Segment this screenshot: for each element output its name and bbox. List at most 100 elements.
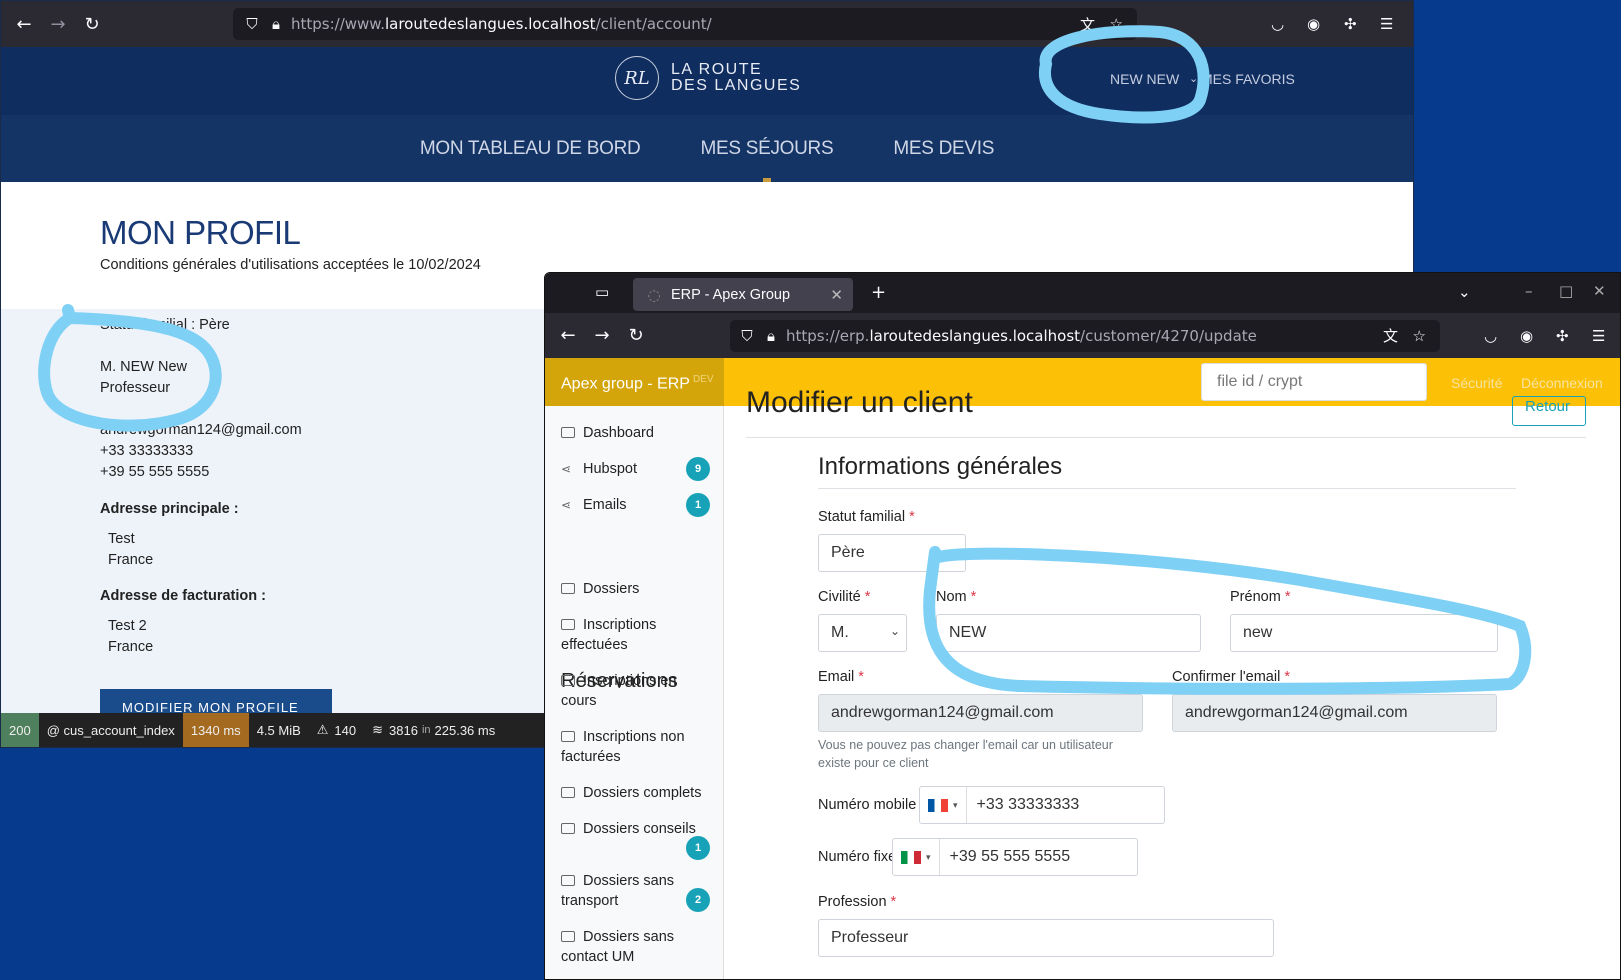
fixe-input[interactable]: ▾ +39 55 555 5555 bbox=[892, 838, 1138, 876]
site-logo[interactable]: RL LA ROUTE DES LANGUES bbox=[615, 56, 801, 100]
shield-icon: ⛉ bbox=[246, 15, 258, 33]
debug-status[interactable]: 200 bbox=[1, 713, 39, 747]
tab-overflow-icon[interactable]: ⌄ bbox=[1458, 283, 1471, 301]
sidebar-item-dossiers-complets[interactable]: Dossiers complets bbox=[561, 783, 701, 803]
maximize-icon[interactable]: □ bbox=[1559, 282, 1573, 300]
folder-icon bbox=[561, 675, 575, 686]
mobile-value: +33 33333333 bbox=[976, 796, 1080, 813]
minimize-icon[interactable]: – bbox=[1525, 282, 1533, 300]
edit-profile-button[interactable]: MODIFIER MON PROFILE bbox=[100, 689, 332, 715]
email-field[interactable]: andrewgorman124@gmail.com bbox=[818, 694, 1143, 732]
back-icon[interactable]: ← bbox=[551, 319, 585, 353]
profession-input[interactable]: Professeur bbox=[818, 919, 1274, 957]
statut-text: Statut familial : Père bbox=[100, 317, 230, 333]
pocket-icon[interactable]: ◡ bbox=[1271, 15, 1284, 33]
extensions-icon[interactable]: ✣ bbox=[1344, 15, 1357, 33]
favorites-link[interactable]: MES FAVORIS bbox=[1201, 71, 1295, 87]
debug-cache[interactable]: ≋ 3816 in 225.36 ms bbox=[364, 713, 503, 747]
debug-cache-count: 3816 bbox=[389, 722, 418, 738]
email-label: Email * bbox=[818, 669, 864, 685]
new-tab-icon[interactable]: + bbox=[871, 282, 886, 303]
nav-sejours[interactable]: MES SÉJOURS bbox=[700, 138, 833, 160]
shield-icon: ⛉ bbox=[741, 326, 753, 345]
translate-icon[interactable]: 文 bbox=[1080, 14, 1095, 35]
url-host: laroutedeslangues.localhost bbox=[384, 15, 596, 33]
mobile-input[interactable]: ▾ +33 33333333 bbox=[919, 786, 1165, 824]
country-selector-it[interactable]: ▾ bbox=[893, 839, 940, 875]
sidebar-item-inscriptions-en-cours[interactable]: Inscriptions en cours bbox=[561, 671, 701, 711]
sidebar-item-label: Inscriptions non facturées bbox=[561, 729, 685, 765]
account-icon[interactable]: ◉ bbox=[1307, 15, 1320, 33]
civilite-label: Civilité * bbox=[818, 589, 871, 605]
sidebar-item-dashboard[interactable]: Dashboard bbox=[561, 423, 654, 443]
bookmark-star-icon[interactable]: ☆ bbox=[1413, 327, 1426, 345]
address-bar-erp[interactable]: ⛉ 🔒︎ https://erp. laroutedeslangues.local… bbox=[730, 319, 1440, 352]
debug-logs[interactable]: ⚠ 140 bbox=[309, 713, 364, 747]
sidebar-item-label: Dossiers bbox=[583, 581, 640, 597]
sidebar-item-dossiers-conseils[interactable]: Dossiers conseils bbox=[561, 819, 696, 839]
sidebar-item-dossiers[interactable]: Dossiers bbox=[561, 579, 639, 599]
reload-icon[interactable]: ↻ bbox=[75, 7, 109, 41]
security-link[interactable]: Sécurité bbox=[1451, 375, 1502, 391]
dossiers-conseils-badge: 1 bbox=[686, 836, 710, 860]
prenom-label: Prénom * bbox=[1230, 589, 1291, 605]
sidebar-item-dossiers-sans-contact[interactable]: Dossiers sans contact UM bbox=[561, 927, 691, 967]
hubspot-badge: 9 bbox=[686, 457, 710, 481]
close-window-icon[interactable]: ✕ bbox=[1593, 282, 1606, 300]
back-icon[interactable]: ← bbox=[7, 7, 41, 41]
forward-icon[interactable]: → bbox=[41, 7, 75, 41]
share-icon: ⋖ bbox=[561, 462, 572, 476]
chevron-down-icon[interactable]: ⌄ bbox=[1189, 72, 1198, 85]
folder-icon bbox=[561, 823, 575, 834]
flag-italy-icon bbox=[901, 850, 921, 864]
menu-icon[interactable]: ☰ bbox=[1380, 15, 1393, 33]
forward-icon[interactable]: → bbox=[585, 319, 619, 353]
phone2-text: +39 55 555 5555 bbox=[100, 464, 210, 480]
debug-route[interactable]: @ cus_account_index bbox=[39, 713, 183, 747]
tab-erp[interactable]: ◌ ERP - Apex Group ✕ bbox=[633, 278, 853, 311]
sidebar-item-emails[interactable]: ⋖ Emails bbox=[561, 495, 627, 515]
erp-brand[interactable]: Apex group - ERP DEV bbox=[545, 358, 724, 406]
country-selector-fr[interactable]: ▾ bbox=[920, 787, 967, 823]
back-button[interactable]: Retour bbox=[1512, 396, 1586, 426]
statut-label: Statut familial * bbox=[818, 509, 915, 525]
sidebar-item-inscriptions-non-facturees[interactable]: Inscriptions non facturées bbox=[561, 727, 711, 767]
civilite-select[interactable]: M. ⌄ bbox=[818, 614, 907, 652]
nom-input[interactable]: NEW bbox=[936, 614, 1201, 652]
close-tab-icon[interactable]: ✕ bbox=[830, 286, 843, 304]
logo-line-1: LA ROUTE bbox=[671, 61, 763, 78]
logo-line-2: DES LANGUES bbox=[671, 77, 802, 94]
sidebar-item-hubspot[interactable]: ⋖ Hubspot bbox=[561, 459, 637, 479]
confirm-email-label: Confirmer l'email * bbox=[1172, 669, 1291, 685]
user-menu[interactable]: NEW NEW bbox=[1110, 71, 1179, 87]
menu-icon[interactable]: ☰ bbox=[1592, 327, 1605, 345]
section-title: Informations générales bbox=[818, 453, 1063, 480]
confirm-email-field[interactable]: andrewgorman124@gmail.com bbox=[1172, 694, 1497, 732]
pocket-icon[interactable]: ◡ bbox=[1484, 327, 1497, 345]
lock-icon: 🔒︎ bbox=[767, 326, 775, 345]
phone1-text: +33 33333333 bbox=[100, 443, 194, 459]
cgu-text: Conditions générales d'utilisations acce… bbox=[100, 257, 481, 273]
logout-link[interactable]: Déconnexion bbox=[1521, 375, 1603, 391]
address-bar[interactable]: ⛉ 🔒︎ https://www. laroutedeslangues.local… bbox=[233, 8, 1137, 40]
sidebar-item-label: Inscriptions effectuées bbox=[561, 617, 657, 653]
bookmark-star-icon[interactable]: ☆ bbox=[1110, 15, 1123, 33]
share-icon: ⋖ bbox=[561, 498, 572, 512]
sidebar-item-inscriptions-effectuees[interactable]: Inscriptions effectuées bbox=[561, 615, 701, 655]
tab-list-icon[interactable]: ▭ bbox=[595, 283, 609, 301]
account-icon[interactable]: ◉ bbox=[1520, 327, 1533, 345]
profession-text: Professeur bbox=[100, 380, 171, 396]
extensions-icon[interactable]: ✣ bbox=[1556, 327, 1569, 345]
debug-memory[interactable]: 4.5 MiB bbox=[249, 713, 309, 747]
prenom-input[interactable]: new bbox=[1230, 614, 1498, 652]
sidebar-item-dossiers-sans-transport[interactable]: Dossiers sans transport bbox=[561, 871, 691, 911]
nav-dashboard[interactable]: MON TABLEAU DE BORD bbox=[420, 138, 641, 160]
statut-select[interactable]: Père bbox=[818, 534, 966, 572]
search-input[interactable]: file id / crypt bbox=[1201, 363, 1427, 401]
translate-icon[interactable]: 文 bbox=[1383, 325, 1398, 346]
nav-devis[interactable]: MES DEVIS bbox=[893, 138, 994, 160]
erp-window: ▭ ◌ ERP - Apex Group ✕ + ⌄ – □ ✕ ← → ↻ ⛉… bbox=[544, 272, 1621, 980]
tab-strip: ▭ ◌ ERP - Apex Group ✕ + ⌄ – □ ✕ bbox=[545, 273, 1620, 313]
reload-icon[interactable]: ↻ bbox=[619, 319, 653, 353]
debug-time[interactable]: 1340 ms bbox=[182, 713, 249, 747]
